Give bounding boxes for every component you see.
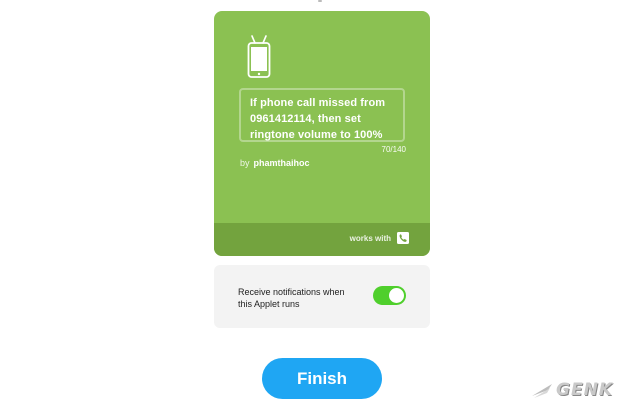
phone-call-icon: [397, 232, 409, 244]
notifications-toggle[interactable]: [373, 286, 406, 305]
top-edge-mark: [318, 0, 322, 2]
toggle-knob: [389, 288, 404, 303]
author-name: phamthaihoc: [253, 158, 310, 168]
applet-title: If phone call missed from 0961412114, th…: [250, 97, 386, 141]
character-count: 70/140: [381, 145, 406, 154]
notifications-panel: Receive notifications when this Applet r…: [214, 265, 430, 328]
by-label: by: [240, 158, 250, 168]
applet-card: If phone call missed from 0961412114, th…: [214, 11, 430, 256]
genk-watermark: GENK: [530, 380, 634, 402]
android-phone-icon: [247, 35, 271, 78]
watermark-text: GENK: [556, 380, 613, 400]
page: If phone call missed from 0961412114, th…: [0, 0, 640, 405]
notifications-label: Receive notifications when this Applet r…: [238, 287, 345, 309]
works-with-label: works with: [349, 234, 391, 243]
finish-button[interactable]: Finish: [262, 358, 382, 399]
byline: by phamthaihoc: [240, 158, 310, 168]
genk-logo-icon: [532, 384, 552, 398]
applet-title-field[interactable]: If phone call missed from 0961412114, th…: [239, 88, 405, 142]
card-footer: works with: [214, 223, 430, 256]
